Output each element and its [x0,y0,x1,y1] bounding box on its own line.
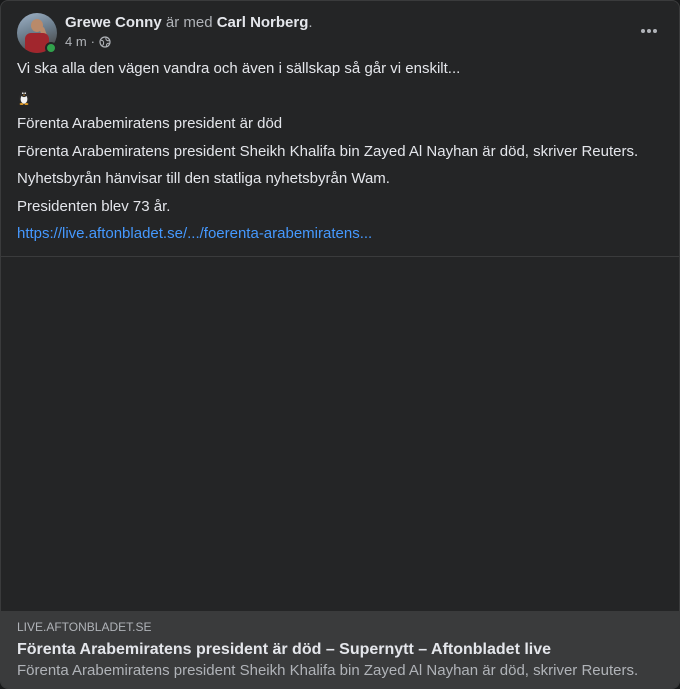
author-line: Grewe Conny är med Carl Norberg. [65,13,313,33]
online-status-dot [45,42,57,54]
post-line-2: Förenta Arabemiratens president är död [17,115,283,132]
penguin-icon [19,89,29,105]
penguin-emoji: 🐧 [17,89,31,110]
post-card: Grewe Conny är med Carl Norberg. 4 m · V… [0,0,680,689]
post-header: Grewe Conny är med Carl Norberg. 4 m · [17,13,663,54]
post-line-5: Presidenten blev 73 år. [17,198,171,215]
period: . [308,14,313,31]
post-line-3: Förenta Arabemiratens president Sheikh K… [17,143,639,160]
author-name[interactable]: Grewe Conny [65,14,162,31]
post-time[interactable]: 4 m [65,34,87,50]
link-preview-image[interactable] [1,257,679,611]
link-domain: LIVE.AFTONBLADET.SE [17,620,152,634]
link-description: Förenta Arabemiratens president Sheikh K… [17,662,639,679]
post-line-1: Vi ska alla den vägen vandra och även i … [17,60,461,77]
link-preview[interactable]: LIVE.AFTONBLADET.SE Förenta Arabemiraten… [1,611,679,688]
meta-separator: · [90,34,96,49]
globe-icon[interactable] [99,36,111,48]
with-text: är med [165,14,213,31]
link-title: Förenta Arabemiratens president är död –… [17,641,552,658]
post-line-4: Nyhetsbyrån hänvisar till den statliga n… [17,170,390,187]
post-link[interactable]: https://live.aftonbladet.se/.../foerenta… [17,225,372,242]
post-meta: 4 m · [65,34,111,50]
tagged-name[interactable]: Carl Norberg [217,14,309,31]
more-horizontal-icon[interactable] [631,17,667,45]
